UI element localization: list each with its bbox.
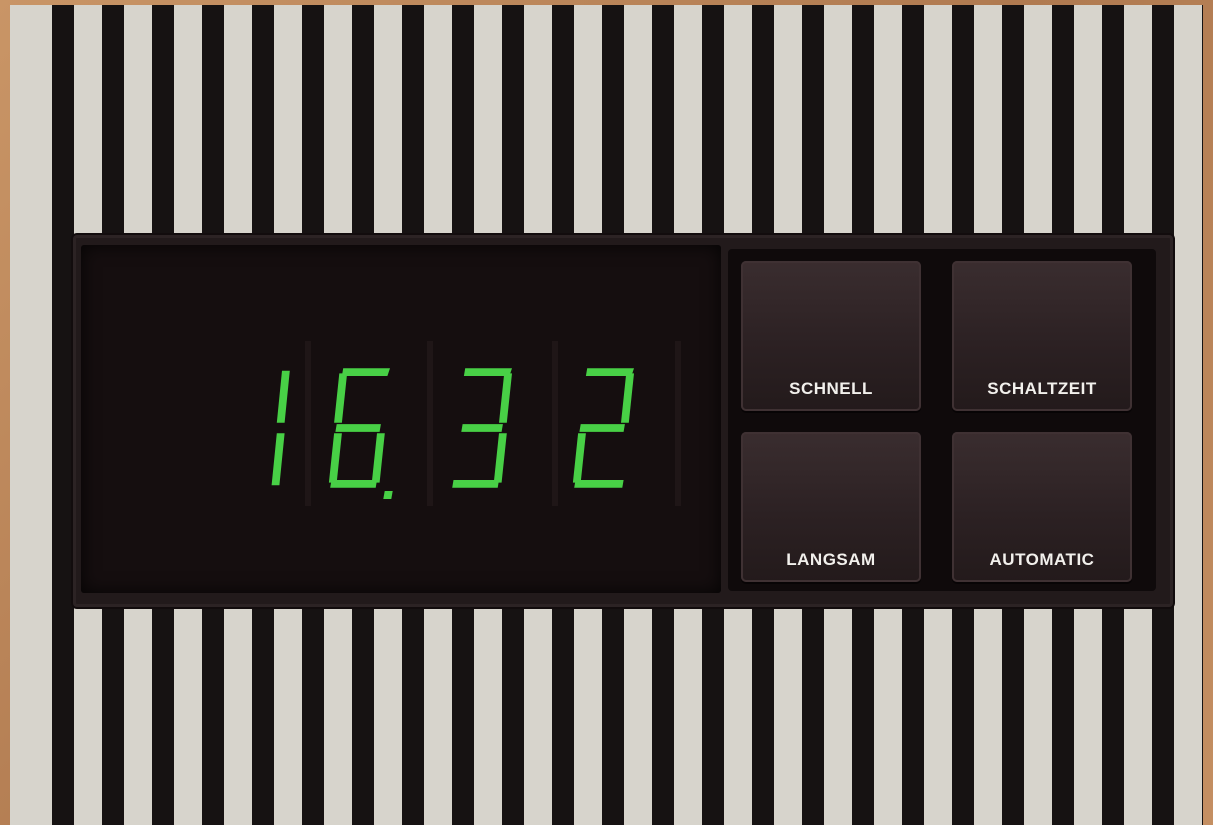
schnell-button[interactable]: SCHNELL [741, 261, 921, 411]
digit-divider [675, 341, 681, 506]
time-digit-3 [452, 368, 512, 488]
time-digit-2 [328, 368, 390, 488]
time-display [81, 245, 721, 593]
automatic-button-label: AUTOMATIC [989, 550, 1095, 569]
time-digit-4 [572, 368, 634, 488]
button-group: SCHNELL SCHALTZEIT LANGSAM AUTOMATIC [728, 249, 1156, 591]
schnell-button-label: SCHNELL [789, 379, 873, 398]
photo-frame: SCHNELL SCHALTZEIT LANGSAM AUTOMATIC [0, 0, 1213, 825]
grille-stripe [1202, 5, 1203, 825]
decimal-point [383, 491, 393, 499]
langsam-button-label: LANGSAM [786, 550, 876, 569]
schaltzeit-button-label: SCHALTZEIT [987, 379, 1097, 398]
control-panel: SCHNELL SCHALTZEIT LANGSAM AUTOMATIC [73, 235, 1173, 607]
schaltzeit-button[interactable]: SCHALTZEIT [952, 261, 1132, 411]
automatic-button[interactable]: AUTOMATIC [952, 432, 1132, 582]
langsam-button[interactable]: LANGSAM [741, 432, 921, 582]
clock-device: SCHNELL SCHALTZEIT LANGSAM AUTOMATIC [10, 5, 1203, 825]
digit-divider [552, 341, 558, 506]
time-digit-1 [271, 370, 290, 486]
grille-stripe [52, 5, 74, 825]
digit-divider [427, 341, 433, 506]
